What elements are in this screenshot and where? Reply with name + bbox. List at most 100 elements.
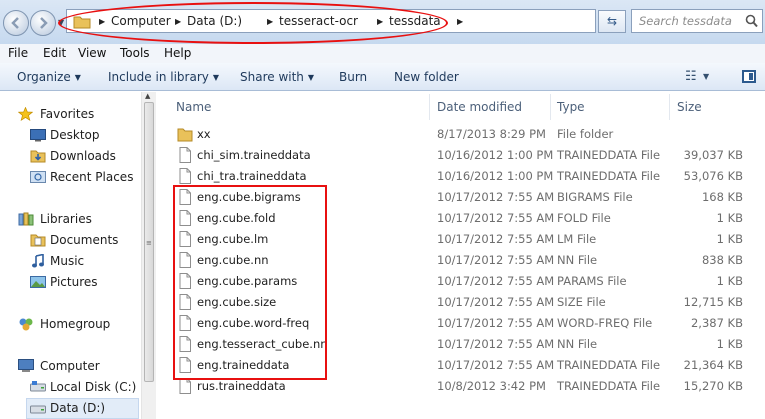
file-date: 10/17/2012 7:55 AM	[437, 211, 555, 225]
file-size: 1 KB	[716, 337, 743, 351]
file-size: 2,387 KB	[690, 316, 743, 330]
file-name: eng.cube.fold	[197, 211, 276, 225]
nav-local-disk[interactable]: Local Disk (C:)	[50, 380, 136, 394]
menu-tools[interactable]: Tools	[120, 46, 150, 60]
refresh-button[interactable]: ⇆	[598, 10, 626, 33]
breadcrumb-tessdata[interactable]: tessdata	[389, 14, 441, 28]
breadcrumb-separator-icon[interactable]: ▶	[175, 17, 181, 26]
column-header-date[interactable]: Date modified	[437, 100, 522, 114]
file-date: 10/17/2012 7:55 AM	[437, 316, 555, 330]
recent-places-icon	[30, 171, 46, 183]
file-row[interactable]: eng.cube.nn 10/17/2012 7:55 AM NN File 838 …	[157, 250, 765, 271]
file-size: 1 KB	[716, 274, 743, 288]
file-icon	[179, 294, 191, 310]
views-dropdown-icon[interactable]: ▼	[703, 72, 709, 81]
nav-libraries[interactable]: Libraries	[40, 212, 92, 226]
homegroup-icon	[19, 318, 33, 331]
desktop-icon	[30, 129, 46, 142]
file-type: TRAINEDDATA File	[557, 148, 661, 162]
nav-music[interactable]: Music	[50, 254, 84, 268]
include-in-library-button[interactable]: Include in library ▼	[108, 70, 219, 84]
nav-favorites[interactable]: Favorites	[40, 107, 94, 121]
nav-desktop[interactable]: Desktop	[50, 128, 100, 142]
column-divider[interactable]	[669, 94, 670, 120]
nav-data-drive[interactable]: Data (D:)	[50, 401, 105, 415]
share-with-button[interactable]: Share with ▼	[240, 70, 314, 84]
column-divider[interactable]	[550, 94, 551, 120]
organize-button[interactable]: Organize ▼	[17, 70, 81, 84]
file-type: SIZE File	[557, 295, 606, 309]
file-row[interactable]: eng.cube.bigrams 10/17/2012 7:55 AM BIGRAM…	[157, 187, 765, 208]
breadcrumb-data-drive[interactable]: Data (D:)	[187, 14, 242, 28]
file-size: 12,715 KB	[683, 295, 743, 309]
file-row[interactable]: chi_sim.traineddata 10/16/2012 1:00 PM TRA…	[157, 145, 765, 166]
breadcrumb-separator-icon[interactable]: ▶	[377, 17, 383, 26]
file-row[interactable]: chi_tra.traineddata 10/16/2012 1:00 PM TRA…	[157, 166, 765, 187]
new-folder-button[interactable]: New folder	[394, 70, 459, 84]
file-row[interactable]: eng.cube.lm 10/17/2012 7:55 AM LM File 1 KB	[157, 229, 765, 250]
search-icon[interactable]	[745, 14, 758, 28]
column-divider[interactable]	[429, 94, 430, 120]
file-row[interactable]: eng.tesseract_cube.nn 10/17/2012 7:55 AM N…	[157, 334, 765, 355]
column-header-type[interactable]: Type	[557, 100, 585, 114]
file-size: 21,364 KB	[683, 358, 743, 372]
file-row[interactable]: eng.cube.params 10/17/2012 7:55 AM PARAMS …	[157, 271, 765, 292]
file-type: FOLD File	[557, 211, 611, 225]
preview-pane-icon[interactable]	[742, 70, 756, 83]
file-name: rus.traineddata	[197, 379, 286, 393]
file-row[interactable]: eng.cube.fold 10/17/2012 7:55 AM FOLD File…	[157, 208, 765, 229]
forward-button[interactable]	[30, 10, 56, 36]
file-row[interactable]: xx 8/17/2013 8:29 PM File folder	[157, 124, 765, 145]
breadcrumb-tesseract-ocr[interactable]: tesseract-ocr	[279, 14, 358, 28]
menu-edit[interactable]: Edit	[43, 46, 66, 60]
file-date: 10/8/2012 3:42 PM	[437, 379, 546, 393]
file-name: eng.cube.lm	[197, 232, 269, 246]
folder-icon	[177, 128, 193, 142]
breadcrumb-separator-icon[interactable]: ▶	[267, 17, 273, 26]
search-box[interactable]	[631, 9, 763, 33]
nav-recent-places[interactable]: Recent Places	[50, 170, 133, 184]
grip-icon: ≡	[146, 239, 152, 247]
file-icon	[179, 231, 191, 247]
file-row[interactable]: rus.traineddata 10/8/2012 3:42 PM TRAINEDD…	[157, 376, 765, 397]
file-size: 838 KB	[701, 253, 743, 267]
file-icon	[179, 252, 191, 268]
file-name: eng.traineddata	[197, 358, 290, 372]
history-dropdown-icon[interactable]: ▼	[58, 18, 64, 27]
file-row[interactable]: eng.traineddata 10/17/2012 7:55 AM TRAINED…	[157, 355, 765, 376]
file-date: 10/16/2012 1:00 PM	[437, 169, 554, 183]
nav-documents[interactable]: Documents	[50, 233, 118, 247]
search-input[interactable]	[632, 10, 742, 32]
file-size: 168 KB	[701, 190, 743, 204]
breadcrumb-computer[interactable]: Computer	[111, 14, 171, 28]
views-icon[interactable]: ☷	[685, 69, 697, 84]
file-size: 39,037 KB	[683, 148, 743, 162]
breadcrumb-separator-icon[interactable]: ▶	[99, 17, 105, 26]
menu-file[interactable]: File	[8, 46, 28, 60]
menu-help[interactable]: Help	[164, 46, 191, 60]
file-row[interactable]: eng.cube.word-freq 10/17/2012 7:55 AM WORD…	[157, 313, 765, 334]
chevron-down-icon: ▼	[307, 73, 315, 82]
file-size: 1 KB	[716, 211, 743, 225]
nav-scrollbar[interactable]: ▲ ≡	[141, 92, 156, 419]
file-icon	[179, 336, 191, 352]
file-type: LM File	[557, 232, 597, 246]
breadcrumb[interactable]: ▶ Computer ▶ Data (D:) ▶ tesseract-ocr ▶…	[66, 9, 655, 33]
nav-pictures[interactable]: Pictures	[50, 275, 98, 289]
nav-computer[interactable]: Computer	[40, 359, 100, 373]
nav-homegroup[interactable]: Homegroup	[40, 317, 110, 331]
file-size: 53,076 KB	[683, 169, 743, 183]
scroll-up-icon[interactable]: ▲	[145, 92, 150, 100]
breadcrumb-separator-icon[interactable]: ▶	[457, 17, 463, 26]
nav-downloads[interactable]: Downloads	[50, 149, 116, 163]
burn-button[interactable]: Burn	[339, 70, 367, 84]
file-row[interactable]: eng.cube.size 10/17/2012 7:55 AM SIZE File…	[157, 292, 765, 313]
column-header-name[interactable]: Name	[176, 100, 211, 114]
nav-scrollbar-thumb[interactable]: ≡	[144, 102, 154, 382]
pictures-icon	[30, 276, 46, 288]
column-header-size[interactable]: Size	[677, 100, 702, 114]
file-name: eng.tesseract_cube.nn	[197, 337, 328, 351]
back-button[interactable]	[3, 10, 29, 36]
menu-view[interactable]: View	[78, 46, 106, 60]
file-date: 10/17/2012 7:55 AM	[437, 253, 555, 267]
